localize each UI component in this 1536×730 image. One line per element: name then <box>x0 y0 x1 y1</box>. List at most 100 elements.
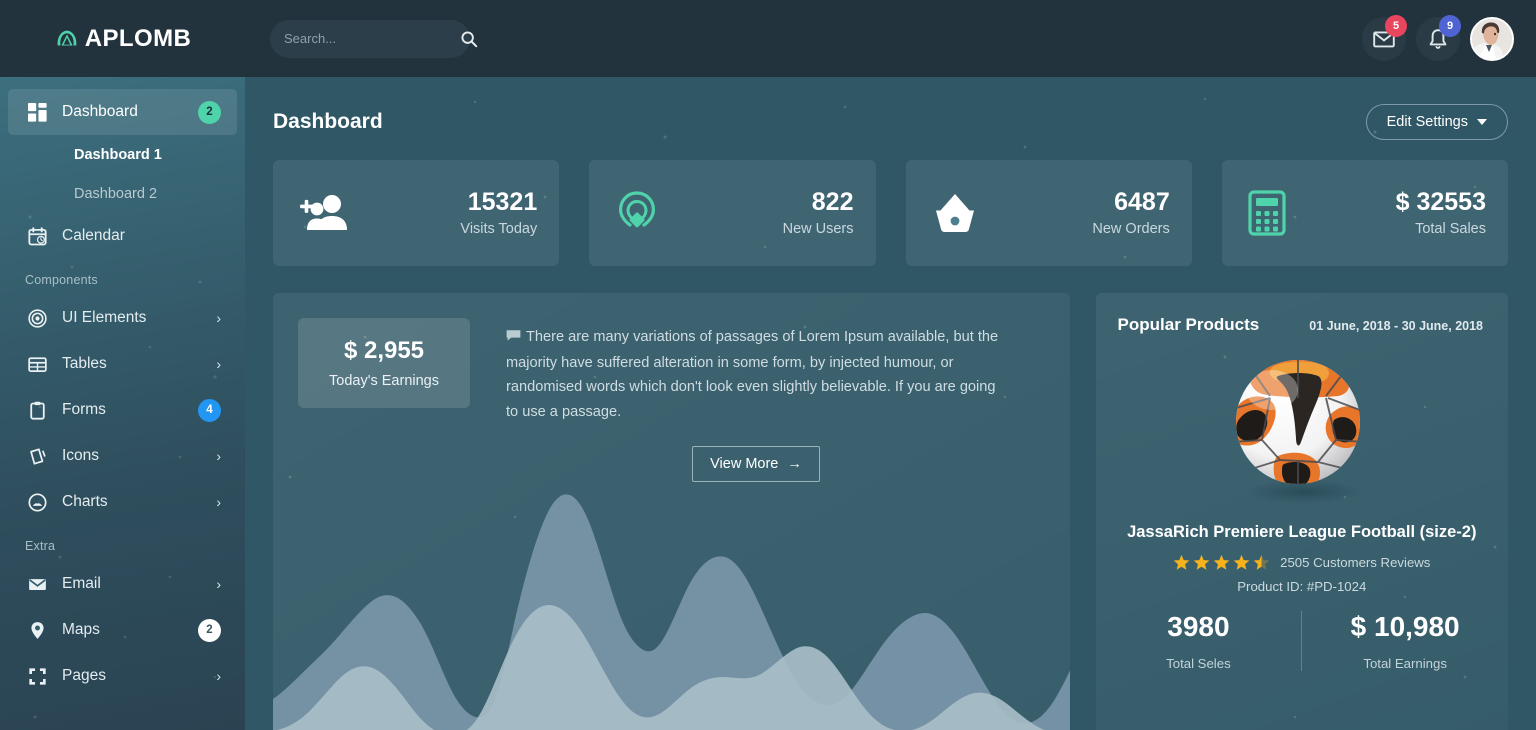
stat-value: 6487 <box>1114 187 1170 216</box>
stat-label: Total Sales <box>1415 221 1486 238</box>
stat-card-new-users[interactable]: 822 New Users <box>589 160 876 266</box>
user-avatar <box>1472 18 1512 59</box>
brand-logo[interactable]: APLOMB <box>0 25 245 53</box>
brand-name: APLOMB <box>84 24 192 52</box>
mountain-logo-icon <box>54 26 80 52</box>
chevron-right-icon: › <box>216 448 221 464</box>
target-circles-icon <box>28 308 54 328</box>
earnings-label: Today's Earnings <box>329 373 439 389</box>
sidebar-item-icons[interactable]: Icons › <box>8 433 237 479</box>
product-stat-value: $ 10,980 <box>1350 611 1460 642</box>
product-stat-total-sales: 3980 Total Seles <box>1096 611 1302 671</box>
sidebar-badge-dashboard: 2 <box>198 100 221 124</box>
messages-button[interactable]: 5 <box>1362 14 1407 61</box>
page-header: Dashboard Edit Settings <box>273 102 1508 142</box>
notifications-button[interactable]: 9 <box>1416 14 1461 61</box>
location-ping-icon <box>615 190 659 236</box>
stat-values: 6487 New Orders <box>1092 187 1170 237</box>
chevron-right-icon: › <box>216 668 221 684</box>
main-content: Dashboard Edit Settings 15321 Visits Tod… <box>245 77 1536 730</box>
calculator-icon <box>1248 190 1286 236</box>
products-date-range: 01 June, 2018 - 30 June, 2018 <box>1309 319 1483 333</box>
sidebar-item-label: Maps <box>62 621 100 638</box>
cards-stack-icon <box>28 447 54 466</box>
stat-card-total-sales[interactable]: $ 32553 Total Sales <box>1221 160 1508 266</box>
chevron-right-icon: › <box>216 356 221 372</box>
search-button[interactable] <box>460 30 478 48</box>
avatar[interactable] <box>1470 16 1514 61</box>
stat-values: 822 New Users <box>782 187 854 238</box>
stat-card-new-orders[interactable]: 6487 New Orders <box>905 160 1192 266</box>
product-stat-label: Total Earnings <box>1363 656 1447 671</box>
sidebar-item-email[interactable]: Email › <box>8 561 237 607</box>
product-name: JassaRich Premiere League Football (size… <box>1127 523 1477 541</box>
product-stats: 3980 Total Seles $ 10,980 Total Earnings <box>1096 611 1508 671</box>
earnings-card: $ 2,955 Today's Earnings There are many … <box>273 293 1070 730</box>
content-row: $ 2,955 Today's Earnings There are many … <box>273 293 1508 730</box>
earnings-text-block: There are many variations of passages of… <box>506 318 1006 482</box>
sidebar-item-pages[interactable]: Pages › <box>8 653 237 699</box>
sidebar-item-label: UI Elements <box>62 309 147 326</box>
topbar-actions: 5 9 <box>1362 14 1536 61</box>
sidebar-badge-maps: 2 <box>198 618 221 642</box>
sidebar-item-dashboard-1[interactable]: Dashboard 1 <box>0 135 245 174</box>
search-icon <box>461 30 478 47</box>
stat-cards-row: 15321 Visits Today 822 New Users 6487 Ne… <box>273 160 1508 266</box>
star-icon <box>1213 554 1230 570</box>
sidebar-menu: Dashboard 2 Dashboard 1 Dashboard 2 Cale… <box>0 77 245 699</box>
sidebar-item-dashboard[interactable]: Dashboard 2 <box>8 89 237 135</box>
chevron-right-icon: › <box>216 576 221 592</box>
sidebar-item-label: Icons <box>62 447 100 464</box>
sidebar-item-charts[interactable]: Charts › <box>8 479 237 525</box>
product-stat-label: Total Seles <box>1166 656 1231 671</box>
gauge-icon <box>28 492 54 512</box>
stat-card-visits-today[interactable]: 15321 Visits Today <box>273 160 560 266</box>
chevron-right-icon: › <box>216 494 221 510</box>
notifications-badge: 9 <box>1439 14 1461 37</box>
product-image-wrap <box>1096 347 1508 513</box>
stat-values: $ 32553 Total Sales <box>1395 187 1486 238</box>
stat-label: Visits Today <box>460 221 538 238</box>
stat-value: 15321 <box>467 187 538 216</box>
products-header: Popular Products 01 June, 2018 - 30 June… <box>1096 293 1508 335</box>
sidebar-section-components: Components <box>25 273 98 287</box>
sidebar-item-label: Forms <box>62 401 106 418</box>
sidebar-item-maps[interactable]: Maps 2 <box>8 607 237 653</box>
sidebar-item-dashboard-2[interactable]: Dashboard 2 <box>0 174 245 213</box>
earnings-paragraph-wrap: There are many variations of passages of… <box>506 325 1006 424</box>
chevron-down-icon <box>1477 119 1487 125</box>
clipboard-icon <box>28 401 54 420</box>
calendar-icon <box>28 226 54 246</box>
grid-dashboard-icon <box>28 102 54 122</box>
star-half-icon <box>1253 554 1270 570</box>
sidebar: Dashboard 2 Dashboard 1 Dashboard 2 Cale… <box>0 77 245 730</box>
sidebar-item-ui-elements[interactable]: UI Elements › <box>8 295 237 341</box>
search-box[interactable] <box>270 19 478 58</box>
reviews-count: 2505 Customers Reviews <box>1280 555 1431 570</box>
stat-value: 822 <box>811 187 854 216</box>
product-rating: 2505 Customers Reviews <box>1096 554 1508 571</box>
top-navigation-bar: APLOMB 5 <box>0 0 1536 77</box>
add-users-icon <box>299 192 351 234</box>
sidebar-item-label: Charts <box>62 493 108 510</box>
sidebar-item-forms[interactable]: Forms 4 <box>8 387 237 433</box>
earnings-amount: $ 2,955 <box>343 337 425 364</box>
page-title: Dashboard <box>273 110 383 133</box>
sidebar-section-extra: Extra <box>25 539 56 553</box>
earnings-top: $ 2,955 Today's Earnings There are many … <box>273 293 1070 482</box>
products-title: Popular Products <box>1117 315 1260 334</box>
envelope-icon <box>28 575 54 594</box>
stat-label: New Users <box>782 221 854 238</box>
comment-icon <box>506 326 521 351</box>
sidebar-item-calendar[interactable]: Calendar <box>8 213 237 259</box>
basket-icon <box>932 191 978 235</box>
product-stat-value: 3980 <box>1167 611 1230 642</box>
edit-settings-button[interactable]: Edit Settings <box>1365 104 1508 140</box>
stat-value: $ 32553 <box>1395 187 1486 216</box>
star-icon <box>1173 554 1190 570</box>
area-chart-svg <box>273 494 1070 730</box>
sidebar-item-tables[interactable]: Tables › <box>8 341 237 387</box>
search-input[interactable] <box>284 31 460 46</box>
product-stat-total-earnings: $ 10,980 Total Earnings <box>1301 611 1508 671</box>
sidebar-item-label: Pages <box>62 667 106 684</box>
